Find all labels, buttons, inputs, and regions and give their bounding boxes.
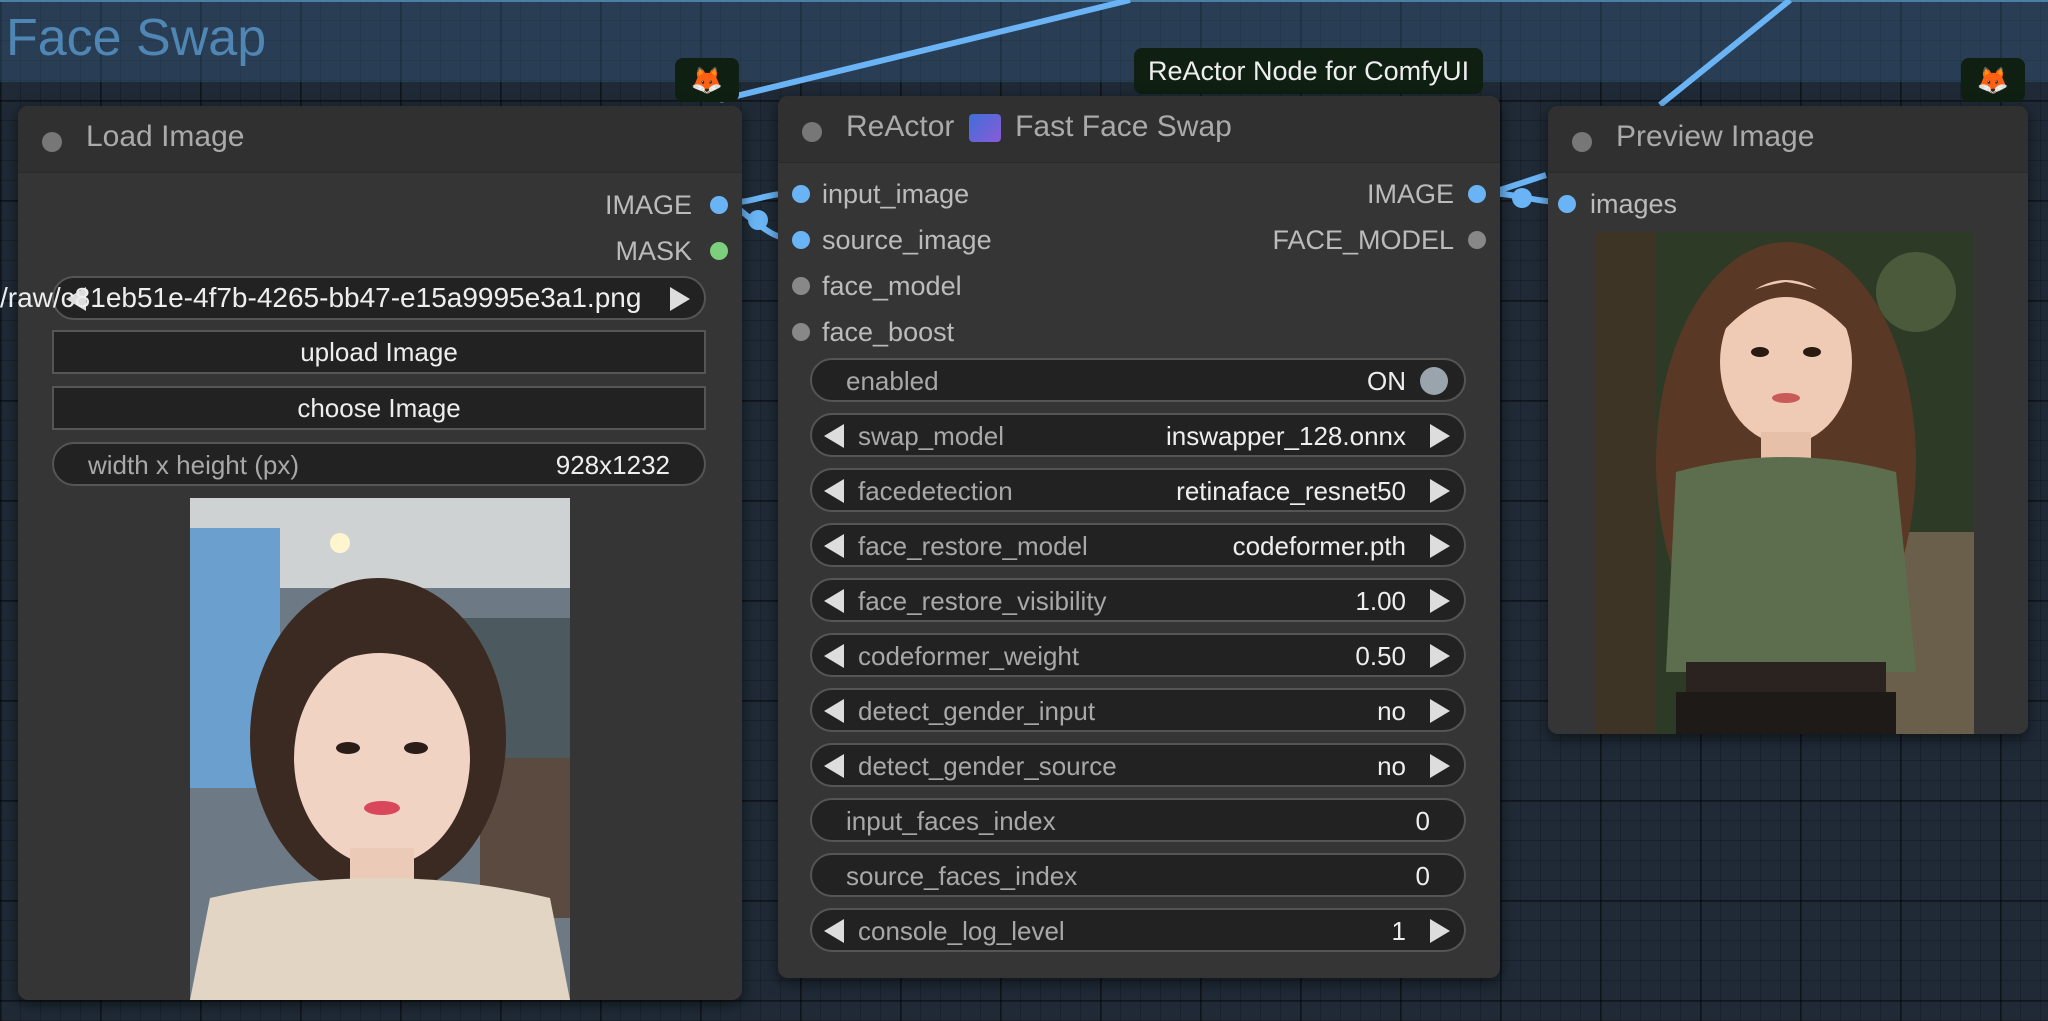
next-arrow[interactable] <box>1430 534 1450 558</box>
widget-label: detect_gender_source <box>858 751 1117 781</box>
widget-label: facedetection <box>858 476 1013 506</box>
prev-arrow[interactable] <box>824 534 844 558</box>
fox-badge-icon: 🦊 <box>1961 58 2025 102</box>
collapse-dot[interactable] <box>42 132 62 152</box>
decrement-arrow[interactable] <box>824 919 844 943</box>
toggle-knob[interactable] <box>1420 367 1448 395</box>
reactor-node[interactable]: ReActor Fast Face Swap input_image sourc… <box>778 96 1500 978</box>
input-faces-index-field[interactable]: input_faces_index 0 <box>810 798 1466 842</box>
image-combo-value: /raw/c81eb51e-4f7b-4265-bb47-e15a9995e3a… <box>0 282 642 313</box>
swap-model-combo[interactable]: swap_model inswapper_128.onnx <box>810 413 1466 457</box>
output-image-slot[interactable] <box>710 196 728 214</box>
face-restore-model-combo[interactable]: face_restore_model codeformer.pth <box>810 523 1466 567</box>
size-readout: width x height (px) 928x1232 <box>52 442 706 486</box>
face-boost-slot[interactable] <box>792 323 810 341</box>
size-value: 928x1232 <box>555 450 670 480</box>
load-image-node[interactable]: Load Image IMAGE MASK /raw/c81eb51e-4f7b… <box>0 106 742 1000</box>
node-title: ReActor Fast Face Swap <box>846 110 1232 144</box>
face-restore-visibility-number[interactable]: face_restore_visibility 1.00 <box>810 578 1466 622</box>
widget-label: console_log_level <box>858 916 1065 946</box>
widget-label: face_restore_model <box>858 531 1088 561</box>
widget-value: 0 <box>1415 861 1430 891</box>
output-mask-slot[interactable] <box>710 242 728 260</box>
next-arrow[interactable] <box>1430 479 1450 503</box>
input-label: face_boost <box>822 317 955 347</box>
input-image-slot[interactable] <box>792 185 810 203</box>
result-image-preview <box>1596 232 1974 734</box>
detect-gender-input-combo[interactable]: detect_gender_input no <box>810 688 1466 732</box>
face-model-slot[interactable] <box>792 277 810 295</box>
widget-label: source_faces_index <box>846 861 1078 891</box>
output-face-model-slot[interactable] <box>1468 231 1486 249</box>
detect-gender-source-combo[interactable]: detect_gender_source no <box>810 743 1466 787</box>
preview-header[interactable]: Preview Image <box>1548 106 2028 173</box>
title-suffix: Fast Face Swap <box>1015 110 1232 143</box>
next-arrow[interactable] <box>1430 754 1450 778</box>
output-mask-label: MASK <box>615 236 692 266</box>
combo-next-arrow[interactable] <box>670 287 690 311</box>
widget-value: retinaface_resnet50 <box>1176 476 1406 506</box>
widget-value: 0.50 <box>1355 641 1406 671</box>
widget-label: swap_model <box>858 421 1004 451</box>
prev-arrow[interactable] <box>824 424 844 448</box>
next-arrow[interactable] <box>1430 699 1450 723</box>
title-prefix: ReActor <box>846 110 955 143</box>
increment-arrow[interactable] <box>1430 919 1450 943</box>
widget-value: no <box>1377 696 1406 726</box>
widget-label: detect_gender_input <box>858 696 1096 726</box>
increment-arrow[interactable] <box>1430 644 1450 668</box>
source-image-preview <box>190 498 570 1000</box>
prev-arrow[interactable] <box>824 754 844 778</box>
widget-value: codeformer.pth <box>1232 531 1406 561</box>
console-log-level-number[interactable]: console_log_level 1 <box>810 908 1466 952</box>
collapse-dot[interactable] <box>1572 132 1592 152</box>
node-tooltip: ReActor Node for ComfyUI <box>1134 48 1484 94</box>
widget-value: no <box>1377 751 1406 781</box>
next-arrow[interactable] <box>1430 424 1450 448</box>
toggle-label: enabled <box>846 366 939 396</box>
widget-value: 1 <box>1391 916 1406 946</box>
source-image-slot[interactable] <box>792 231 810 249</box>
node-title: Preview Image <box>1616 120 1815 153</box>
preview-image-node[interactable]: Preview Image images <box>1548 106 2028 734</box>
widget-label: codeformer_weight <box>858 641 1080 671</box>
output-image-slot[interactable] <box>1468 185 1486 203</box>
increment-arrow[interactable] <box>1430 589 1450 613</box>
widget-label: input_faces_index <box>846 806 1056 836</box>
input-label: source_image <box>822 225 992 255</box>
input-label: input_image <box>822 179 970 209</box>
toggle-value: ON <box>1367 366 1406 396</box>
source-faces-index-field[interactable]: source_faces_index 0 <box>810 853 1466 897</box>
reactor-header[interactable]: ReActor Fast Face Swap <box>778 96 1500 163</box>
images-input-slot[interactable] <box>1558 195 1576 213</box>
collapse-dot[interactable] <box>802 122 822 142</box>
widget-value: inswapper_128.onnx <box>1166 421 1406 451</box>
widget-label: face_restore_visibility <box>858 586 1107 616</box>
prev-arrow[interactable] <box>824 699 844 723</box>
codeformer-weight-number[interactable]: codeformer_weight 0.50 <box>810 633 1466 677</box>
output-label: IMAGE <box>1366 179 1454 209</box>
fox-badge-icon: 🦊 <box>675 58 739 102</box>
size-label: width x height (px) <box>88 450 299 480</box>
input-label: images <box>1590 189 1678 219</box>
upload-image-button[interactable]: upload Image <box>52 330 706 374</box>
widget-value: 0 <box>1415 806 1430 836</box>
enabled-toggle[interactable]: enabled ON <box>810 358 1466 402</box>
load-image-header[interactable]: Load Image <box>18 106 742 173</box>
widget-value: 1.00 <box>1355 586 1406 616</box>
choose-image-button[interactable]: choose Image <box>52 386 706 430</box>
decrement-arrow[interactable] <box>824 589 844 613</box>
prev-arrow[interactable] <box>824 479 844 503</box>
decrement-arrow[interactable] <box>824 644 844 668</box>
dna-icon <box>968 114 1001 143</box>
output-label: FACE_MODEL <box>1272 225 1454 255</box>
node-title: Load Image <box>86 120 245 153</box>
output-image-label: IMAGE <box>604 190 692 220</box>
facedetection-combo[interactable]: facedetection retinaface_resnet50 <box>810 468 1466 512</box>
input-label: face_model <box>822 271 962 301</box>
